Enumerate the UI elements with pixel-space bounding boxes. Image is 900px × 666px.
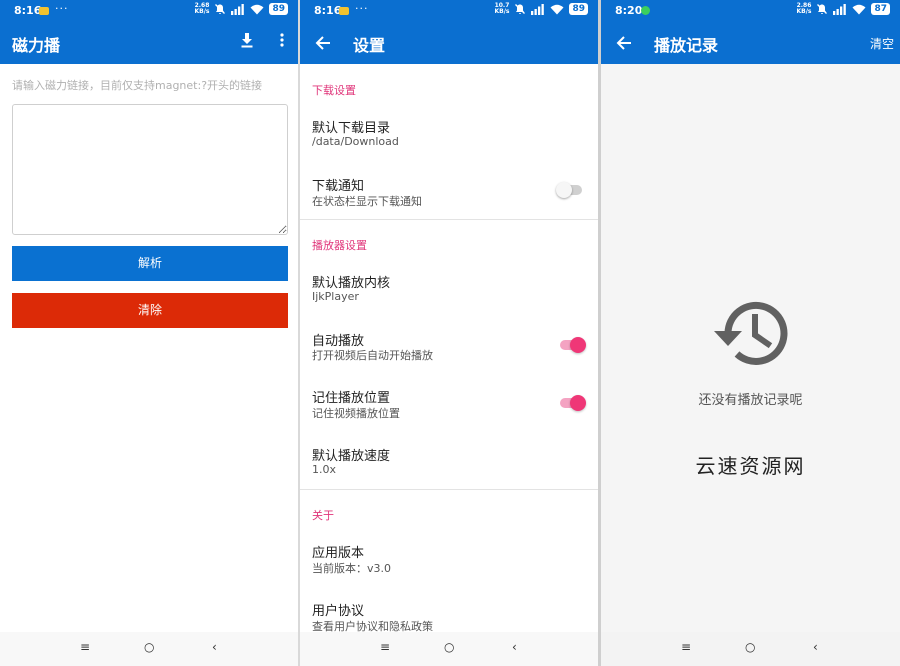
- setting-title: 默认播放速度: [312, 449, 391, 464]
- magnet-input[interactable]: [12, 104, 288, 235]
- app-bar: 设置: [300, 22, 598, 64]
- net-speed: 10.7 KB/s: [494, 2, 510, 15]
- nav-menu-button[interactable]: ≡: [681, 640, 691, 654]
- mute-bell-icon: [515, 4, 526, 14]
- notification-app-icon: [339, 7, 349, 15]
- battery-level: 89: [569, 3, 588, 15]
- section-divider: [300, 219, 598, 220]
- status-time: 8:16: [314, 4, 342, 17]
- section-player-title: 播放器设置: [312, 239, 367, 252]
- magnet-hint: 请输入磁力链接，目前仅支持magnet:?开头的链接: [12, 79, 263, 92]
- signal-icon: [231, 3, 245, 15]
- page-title: 播放记录: [654, 36, 719, 55]
- clear-button[interactable]: 清除: [12, 293, 288, 328]
- history-screen: 8:20 2.86 KB/s 87 播放记录 清空 还没有播放记录呢 云速资源网…: [601, 0, 900, 666]
- status-dots: ···: [355, 2, 369, 15]
- back-arrow-icon[interactable]: [613, 32, 635, 54]
- status-bar: 8:20 2.86 KB/s 87: [601, 0, 900, 22]
- system-navbar: ≡ ○ ‹: [300, 632, 598, 666]
- nav-back-button[interactable]: ‹: [212, 640, 217, 654]
- page-title: 磁力播: [12, 36, 61, 55]
- setting-value: IjkPlayer: [312, 290, 359, 303]
- net-speed: 2.68 KB/s: [194, 2, 210, 15]
- system-navbar: ≡ ○ ‹: [0, 632, 298, 666]
- setting-title: 默认播放内核: [312, 276, 391, 291]
- setting-value: /data/Download: [312, 135, 399, 148]
- back-arrow-icon[interactable]: [312, 32, 334, 54]
- wifi-icon: [852, 4, 866, 14]
- section-divider: [300, 489, 598, 490]
- nav-menu-button[interactable]: ≡: [80, 640, 90, 654]
- mute-bell-icon: [817, 4, 828, 14]
- download-icon[interactable]: [240, 32, 254, 48]
- settings-screen: 8:16 ··· 10.7 KB/s 89 设置 下载设置 默认下载目录 /da…: [300, 0, 598, 666]
- notification-shield-icon: [641, 6, 650, 15]
- status-bar: 8:16 ··· 2.68 KB/s 89: [0, 0, 298, 22]
- watermark-text: 云速资源网: [695, 454, 806, 478]
- autoplay-switch[interactable]: [560, 335, 586, 355]
- history-icon: [714, 301, 788, 365]
- notification-app-icon: [39, 7, 49, 15]
- setting-title: 下载通知: [312, 179, 365, 194]
- wifi-icon: [250, 4, 264, 14]
- magnet-screen: 8:16 ··· 2.68 KB/s 89 磁力播 请输入磁力链接，目前仅支持m…: [0, 0, 298, 666]
- setting-title: 默认下载目录: [312, 121, 391, 136]
- section-about-title: 关于: [312, 509, 334, 522]
- more-vert-icon[interactable]: [278, 32, 286, 48]
- setting-subtitle: 在状态栏显示下载通知: [312, 195, 422, 208]
- section-download-title: 下载设置: [312, 84, 356, 97]
- setting-title: 记住播放位置: [312, 391, 391, 406]
- status-time: 8:20: [615, 4, 643, 17]
- battery-level: 87: [871, 3, 890, 15]
- download-notify-switch[interactable]: [556, 180, 584, 200]
- parse-button[interactable]: 解析: [12, 246, 288, 281]
- remember-position-switch[interactable]: [560, 393, 586, 413]
- app-bar: 播放记录 清空: [601, 22, 900, 64]
- net-speed: 2.86 KB/s: [796, 2, 812, 15]
- signal-icon: [833, 3, 847, 15]
- mute-bell-icon: [215, 4, 226, 14]
- setting-subtitle: 打开视频后自动开始播放: [312, 349, 433, 362]
- status-time: 8:16: [14, 4, 42, 17]
- app-bar: 磁力播: [0, 22, 298, 64]
- system-navbar: ≡ ○ ‹: [601, 632, 900, 666]
- nav-home-button[interactable]: ○: [144, 640, 154, 654]
- empty-state-text: 还没有播放记录呢: [698, 393, 803, 408]
- nav-home-button[interactable]: ○: [444, 640, 454, 654]
- setting-subtitle: 记住视频播放位置: [312, 407, 400, 420]
- wifi-icon: [550, 4, 564, 14]
- page-title: 设置: [353, 36, 386, 55]
- setting-title: 应用版本: [312, 546, 365, 561]
- setting-value: 1.0x: [312, 463, 337, 476]
- nav-menu-button[interactable]: ≡: [380, 640, 390, 654]
- nav-back-button[interactable]: ‹: [512, 640, 517, 654]
- status-dots: ···: [55, 2, 69, 15]
- clear-history-button[interactable]: 清空: [870, 35, 894, 52]
- nav-back-button[interactable]: ‹: [813, 640, 818, 654]
- signal-icon: [531, 3, 545, 15]
- setting-value: 当前版本：v3.0: [312, 562, 392, 575]
- battery-level: 89: [269, 3, 288, 15]
- nav-home-button[interactable]: ○: [745, 640, 755, 654]
- setting-title: 用户协议: [312, 604, 365, 619]
- status-bar: 8:16 ··· 10.7 KB/s 89: [300, 0, 598, 22]
